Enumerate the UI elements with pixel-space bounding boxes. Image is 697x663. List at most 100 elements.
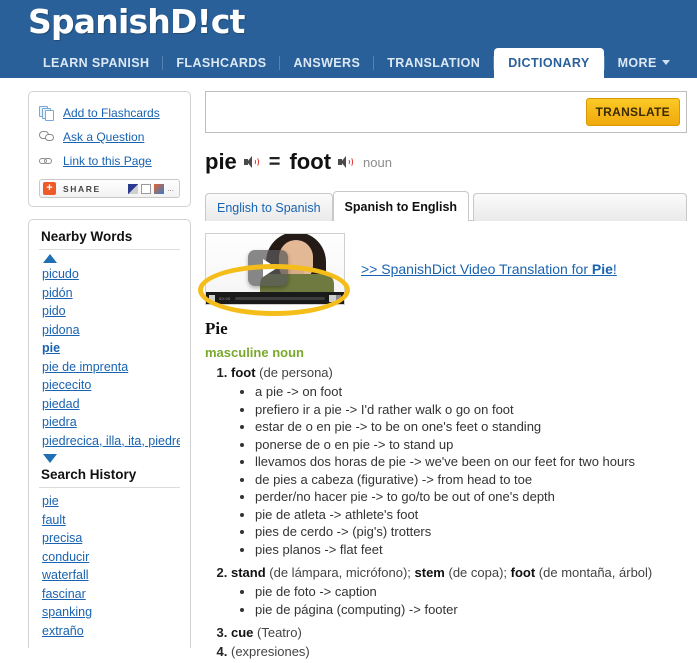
example-item-7: pie de atleta -> athlete's foot [255,506,687,524]
share-widget[interactable]: + SHARE ... [39,179,180,198]
link-to-this-page-row[interactable]: Link to this Page [39,149,180,173]
definition-gender: masculine noun [205,345,304,360]
video-control-bar[interactable]: 00:00 [206,292,344,304]
history-word-link-0[interactable]: pie [42,494,59,508]
scroll-down-arrow-icon[interactable] [43,454,57,463]
sidebar: Add to Flashcards Ask a Question Link to… [28,91,191,648]
video-link-suffix: ! [612,261,617,277]
pause-icon[interactable] [209,294,215,302]
nav-item-answers[interactable]: ANSWERS [280,48,373,78]
list-item: fault [42,511,180,530]
nearby-word-link-9[interactable]: piedrecica, illa, ita, piedre [42,434,180,448]
video-progress-track[interactable] [234,296,325,300]
list-item: pie [42,339,180,358]
ask-a-question-link[interactable]: Ask a Question [63,130,144,144]
share-service-icon-2[interactable] [141,183,152,194]
part-of-speech: noun [363,154,392,170]
history-word-link-7[interactable]: extraño [42,624,84,638]
list-item: piececito [42,376,180,395]
tab-english-to-spanish[interactable]: English to Spanish [205,193,333,221]
nearby-word-link-5[interactable]: pie de imprenta [42,360,128,374]
translate-button[interactable]: TRANSLATE [585,98,680,126]
list-item: spanking [42,603,180,622]
list-item: waterfall [42,566,180,585]
tab-filler [473,193,687,221]
history-word-link-1[interactable]: fault [42,513,66,527]
definition-block: Pie masculine noun foot (de persona) a pi… [205,319,687,660]
nearby-word-link-1[interactable]: pidón [42,286,73,300]
link-to-this-page-link[interactable]: Link to this Page [63,154,152,168]
nearby-word-link-0[interactable]: picudo [42,267,79,281]
list-item: piedra [42,413,180,432]
nav-item-dictionary[interactable]: DICTIONARY [494,48,604,78]
share-service-icons[interactable]: ... [128,183,176,194]
direction-tabs: English to Spanish Spanish to English [205,191,687,221]
examples-list: pie de foto -> captionpie de página (com… [231,583,687,618]
video-thumbnail[interactable]: 00:00 [205,233,345,305]
tab-spanish-to-english[interactable]: Spanish to English [332,191,470,221]
definition-title: Pie [205,319,228,338]
nav-item-learn-spanish[interactable]: LEARN SPANISH [30,48,162,78]
video-link-prefix: >> SpanishDict Video Translation for [361,261,592,277]
sense-text: cue (Teatro) [231,625,302,640]
list-item: pie [42,492,180,511]
examples-list: a pie -> on footprefiero ir a pie -> I'd… [231,383,687,558]
headword-target: foot [289,149,332,174]
nearby-words-list: picudo pidón pido pidona pie pie de imprenta p… [39,265,180,450]
example-item-3: ponerse de o en pie -> to stand up [255,436,687,454]
scroll-up-arrow-icon[interactable] [43,254,57,263]
sense-text: foot (de persona) [231,365,333,380]
site-logo[interactable]: SpanishD!ct [28,2,245,41]
sense-item: cue (Teatro) [231,624,687,641]
add-to-flashcards-row[interactable]: Add to Flashcards [39,101,180,125]
history-word-link-4[interactable]: waterfall [42,568,89,582]
site-header: SpanishD!ct LEARN SPANISH FLASHCARDS ANSWE… [0,0,697,78]
ask-a-question-row[interactable]: Ask a Question [39,125,180,149]
sense-text: (expresiones) [231,644,310,659]
nearby-word-link-6[interactable]: piececito [42,378,91,392]
example-item-1: prefiero ir a pie -> I'd rather walk o g… [255,401,687,419]
nav-item-translation[interactable]: TRANSLATION [374,48,493,78]
play-icon[interactable] [248,250,288,286]
nearby-word-link-7[interactable]: piedad [42,397,80,411]
speaker-icon-source[interactable] [243,155,260,169]
history-word-link-6[interactable]: spanking [42,605,92,619]
nav-item-flashcards[interactable]: FLASHCARDS [163,48,279,78]
list-item: pidón [42,284,180,303]
example-item-2: estar de o en pie -> to be on one's feet… [255,418,687,436]
nearby-word-link-3[interactable]: pidona [42,323,80,337]
share-service-icon-3[interactable] [154,183,165,194]
headword-source: pie [205,149,237,174]
share-plus-icon[interactable]: + [43,182,56,195]
share-more-label[interactable]: ... [167,184,174,194]
nearby-word-link-2[interactable]: pido [42,304,66,318]
senses-list: foot (de persona) a pie -> on footprefier… [205,364,687,660]
search-bar[interactable]: TRANSLATE [205,91,687,133]
nearby-divider [39,249,180,250]
volume-icon[interactable] [329,294,341,302]
link-icon [39,154,56,169]
list-item: piedad [42,395,180,414]
list-item: conducir [42,548,180,567]
search-input[interactable] [206,93,586,131]
nearby-words-panel: Nearby Words picudo pidón pido pidona pie pie… [28,219,191,648]
history-word-link-3[interactable]: conducir [42,550,89,564]
nearby-words-title: Nearby Words [41,229,133,244]
main-content: TRANSLATE pie = foot noun English to Spa… [205,91,687,662]
equals-sign: = [268,150,281,173]
nearby-word-link-4[interactable]: pie [42,341,60,355]
video-time: 00:00 [219,295,231,301]
page-body: Add to Flashcards Ask a Question Link to… [0,78,697,663]
chevron-down-icon [661,60,670,65]
share-service-icon-1[interactable] [128,183,139,194]
nearby-word-link-8[interactable]: piedra [42,415,77,429]
video-translation-link[interactable]: >> SpanishDict Video Translation for Pie… [361,261,617,277]
speaker-icon-target[interactable] [338,155,354,169]
list-item: pie de imprenta [42,358,180,377]
add-to-flashcards-link[interactable]: Add to Flashcards [63,106,160,120]
history-word-link-2[interactable]: precisa [42,531,82,545]
history-word-link-5[interactable]: fascinar [42,587,86,601]
sense-item: foot (de persona) a pie -> on footprefier… [231,364,687,558]
question-bubble-icon [39,130,56,145]
nav-item-more[interactable]: MORE [605,48,683,78]
